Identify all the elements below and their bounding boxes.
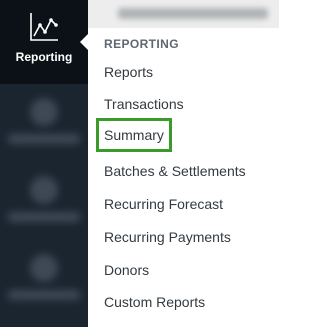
sidebar: Reporting bbox=[0, 0, 88, 327]
menu-item-recurring-payments[interactable]: Recurring Payments bbox=[104, 228, 231, 246]
reporting-flyout-menu: REPORTING Reports Transactions Summary B… bbox=[88, 28, 279, 327]
blurred-label bbox=[8, 290, 80, 300]
sidebar-item-label: Reporting bbox=[15, 50, 73, 64]
menu-item-reports[interactable]: Reports bbox=[104, 63, 153, 81]
menu-item-batches-settlements[interactable]: Batches & Settlements bbox=[104, 162, 246, 180]
chart-line-icon bbox=[30, 13, 58, 41]
menu-item-custom-reports[interactable]: Custom Reports bbox=[104, 293, 205, 311]
menu-item-donors[interactable]: Donors bbox=[104, 261, 149, 279]
sidebar-item-blurred[interactable] bbox=[0, 246, 88, 324]
sidebar-item-blurred[interactable] bbox=[0, 168, 88, 246]
blurred-title bbox=[118, 8, 268, 19]
blurred-label bbox=[8, 134, 80, 144]
menu-item-transactions[interactable]: Transactions bbox=[104, 95, 184, 113]
blurred-icon bbox=[30, 98, 58, 126]
top-bar bbox=[88, 0, 279, 28]
blurred-icon bbox=[30, 176, 58, 204]
blurred-icon bbox=[30, 254, 58, 282]
menu-heading: REPORTING bbox=[104, 37, 179, 51]
menu-item-summary[interactable]: Summary bbox=[96, 118, 172, 152]
blurred-label bbox=[8, 212, 80, 222]
menu-item-recurring-forecast[interactable]: Recurring Forecast bbox=[104, 195, 223, 213]
sidebar-item-blurred[interactable] bbox=[0, 90, 88, 168]
menu-pointer-caret bbox=[80, 34, 88, 50]
sidebar-item-reporting[interactable]: Reporting bbox=[0, 0, 88, 84]
